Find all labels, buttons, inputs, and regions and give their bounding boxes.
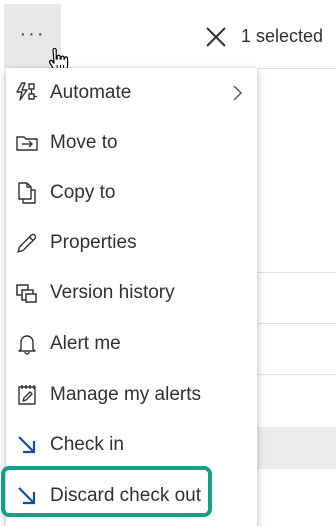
context-menu: Automate Move to Copy to Properties Vers… [6, 68, 257, 526]
manage-alerts-icon [14, 382, 40, 408]
menu-item-automate[interactable]: Automate [6, 68, 257, 118]
bell-icon [14, 331, 40, 357]
copy-icon [14, 180, 40, 206]
ellipsis-icon: ··· [19, 23, 46, 45]
menu-item-move-to[interactable]: Move to [6, 118, 257, 168]
menu-item-label: Manage my alerts [50, 384, 202, 405]
menu-item-label: Automate [50, 82, 132, 103]
automate-icon [14, 80, 40, 106]
close-icon[interactable] [205, 26, 227, 48]
selected-row[interactable] [258, 427, 336, 469]
menu-item-check-in[interactable]: Check in [6, 420, 257, 470]
highlight-outline [1, 466, 212, 517]
menu-item-version-history[interactable]: Version history [6, 268, 257, 318]
command-bar: ··· 1 selected [0, 0, 336, 73]
more-options-button[interactable]: ··· [4, 4, 69, 73]
menu-item-alert-me[interactable]: Alert me [6, 319, 257, 369]
list-divider [258, 272, 336, 273]
chevron-right-icon [233, 85, 243, 101]
pencil-icon [14, 230, 40, 256]
menu-item-properties[interactable]: Properties [6, 218, 257, 268]
menu-item-label: Move to [50, 132, 118, 153]
menu-item-label: Alert me [50, 333, 121, 354]
list-divider [258, 374, 336, 375]
menu-item-label: Check in [50, 434, 124, 455]
menu-item-copy-to[interactable]: Copy to [6, 168, 257, 218]
check-in-icon [14, 432, 40, 458]
menu-item-manage-my-alerts[interactable]: Manage my alerts [6, 370, 257, 420]
list-divider [258, 68, 336, 69]
list-divider [258, 323, 336, 324]
version-history-icon [14, 280, 40, 306]
move-to-icon [14, 130, 40, 156]
selection-count: 1 selected [241, 26, 324, 46]
menu-item-label: Copy to [50, 182, 116, 203]
menu-item-label: Version history [50, 282, 175, 303]
menu-item-label: Properties [50, 232, 137, 253]
